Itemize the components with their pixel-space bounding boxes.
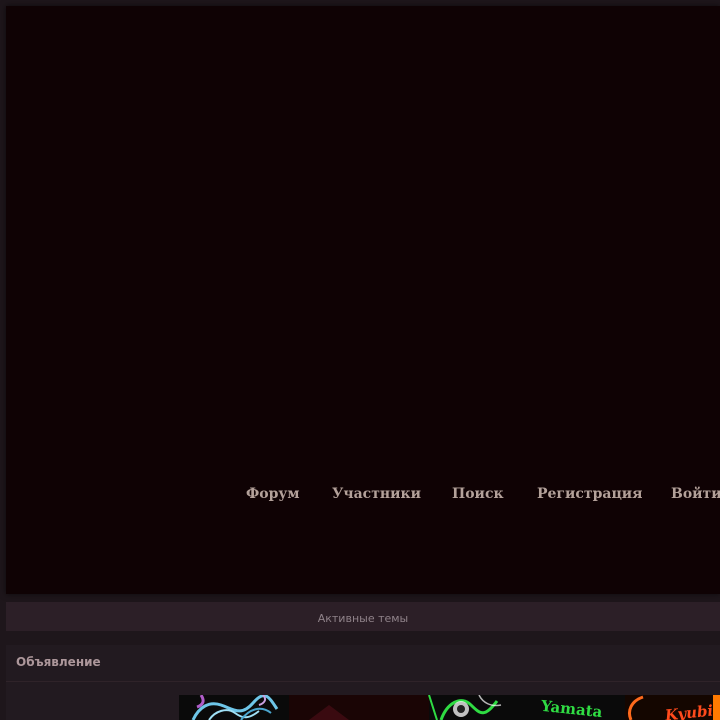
announcement-divider xyxy=(6,681,720,682)
nav-register-link[interactable]: Регистрация xyxy=(537,481,643,507)
announcement-section: Объявление Yamata Kyubi xyxy=(6,645,720,720)
nav-search-link[interactable]: Поиск xyxy=(452,481,504,507)
nav-login-link[interactable]: Войти xyxy=(671,481,720,507)
main-navigation: Форум Участники Поиск Регистрация Войти xyxy=(6,481,720,507)
nav-members-link[interactable]: Участники xyxy=(332,481,421,507)
nav-forum-link[interactable]: Форум xyxy=(246,481,300,507)
forum-header: Форум Участники Поиск Регистрация Войти xyxy=(6,6,720,594)
banner-artwork xyxy=(191,695,720,720)
announcement-title: Объявление xyxy=(16,655,101,669)
forum-page: Форум Участники Поиск Регистрация Войти … xyxy=(0,0,720,720)
active-topics-bar: Активные темы xyxy=(6,602,720,631)
active-topics-link[interactable]: Активные темы xyxy=(318,612,409,625)
announcement-banner-image: Yamata Kyubi xyxy=(179,695,720,720)
